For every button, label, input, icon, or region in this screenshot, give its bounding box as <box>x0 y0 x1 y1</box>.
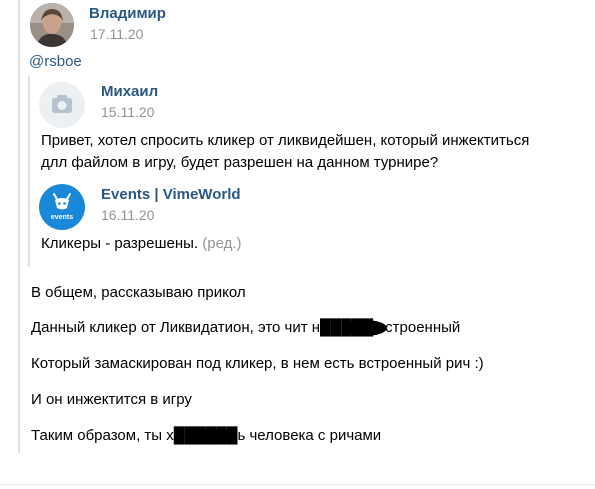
mention-link[interactable]: @rsboe <box>29 53 82 70</box>
body-line-1: В общем, рассказываю прикол <box>31 284 246 301</box>
quote-text-line-2: длл файлом в игру, будет разрешен на дан… <box>41 154 439 171</box>
avatar[interactable] <box>39 82 85 128</box>
events-logo-icon: events <box>51 193 73 221</box>
avatar-photo <box>30 3 74 47</box>
avatar[interactable]: events <box>39 184 85 230</box>
body-line-4: И он инжектится в игру <box>31 391 192 408</box>
post-date[interactable]: 17.11.20 <box>90 26 143 42</box>
quote-date[interactable]: 15.11.20 <box>101 104 154 120</box>
divider <box>0 484 595 485</box>
thread-border <box>18 0 20 453</box>
body-line-3: Который замаскирован под кликер, в нем е… <box>31 355 484 372</box>
redaction-mark <box>343 320 387 336</box>
avatar[interactable] <box>30 3 74 47</box>
reply-text-row: Кликеры - разрешены. (ред.) <box>41 233 242 255</box>
camera-icon <box>52 95 72 113</box>
reply-date[interactable]: 16.11.20 <box>101 207 154 223</box>
quote-author[interactable]: Михаил <box>101 83 158 100</box>
post-author[interactable]: Владимир <box>89 5 166 22</box>
reply-text: Кликеры - разрешены. <box>41 235 199 252</box>
quote-border <box>28 76 30 267</box>
events-logo-text: events <box>51 214 73 221</box>
quote-text-line-1: Привет, хотел спросить кликер от ликвиде… <box>41 132 530 149</box>
redaction-mark <box>186 429 236 444</box>
reply-author[interactable]: Events | VimeWorld <box>101 186 241 203</box>
edited-label: (ред.) <box>202 235 242 252</box>
body-line-2: Данный кликер от Ликвидатион, это чит н█… <box>31 319 461 336</box>
